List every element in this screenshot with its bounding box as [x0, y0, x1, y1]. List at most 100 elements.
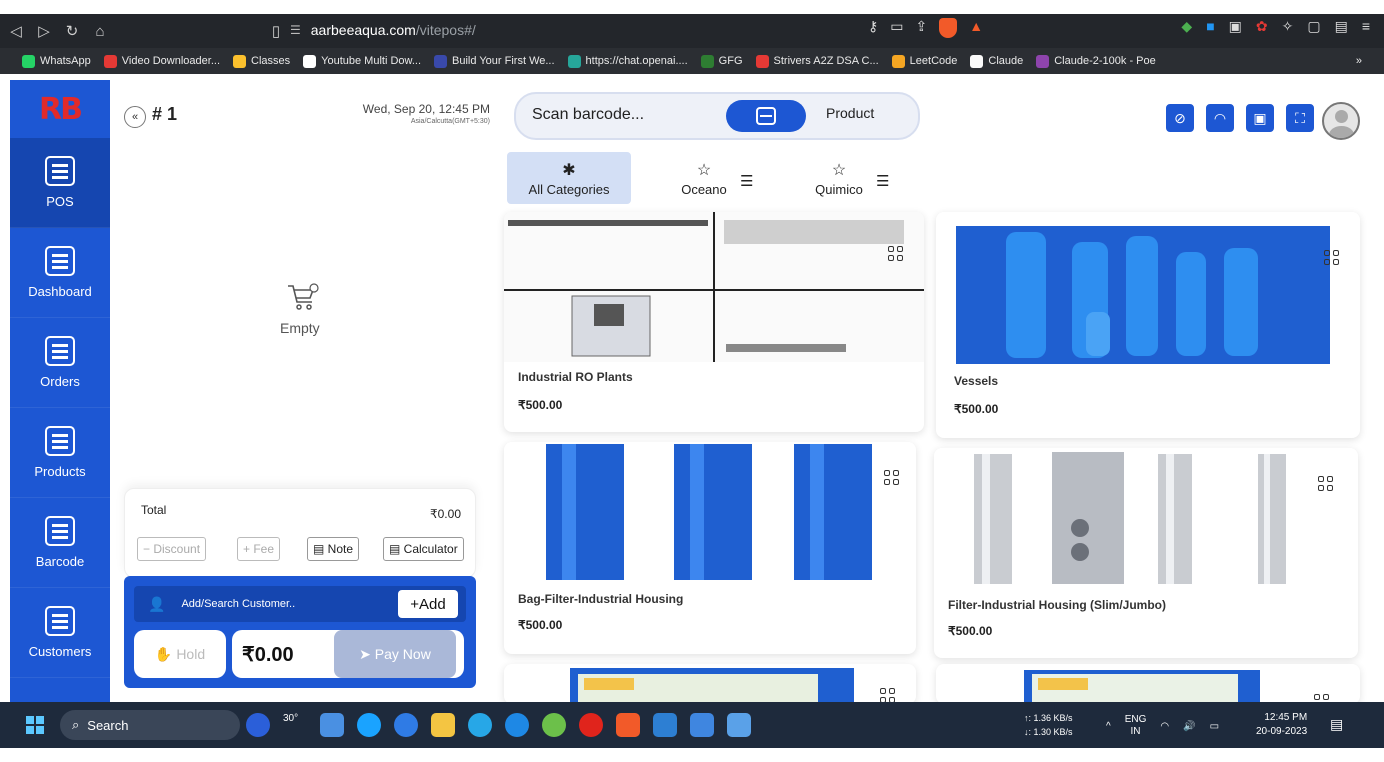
extension-icon[interactable]: ■ — [1206, 18, 1214, 35]
site-settings-icon[interactable]: ☰ — [290, 23, 301, 37]
add-user-icon: 👤 — [148, 595, 166, 612]
calculator-button[interactable]: ▤ Calculator — [383, 537, 464, 561]
bookmark-item[interactable]: LeetCode — [891, 54, 957, 68]
file-explorer-icon[interactable] — [431, 713, 455, 737]
brave-icon[interactable] — [616, 713, 640, 737]
sidebar-item-products[interactable]: Products — [10, 408, 110, 498]
chat-icon[interactable] — [505, 713, 529, 737]
bookmark-item[interactable]: Claude — [970, 54, 1023, 68]
key-icon[interactable]: ⚷ — [868, 18, 878, 38]
sidebar-toggle-icon[interactable]: ▢ — [1307, 18, 1320, 35]
start-icon[interactable] — [26, 716, 44, 734]
vscode-icon[interactable] — [653, 713, 677, 737]
bing-icon[interactable] — [246, 713, 270, 737]
sidebar-item-dashboard[interactable]: Dashboard — [10, 228, 110, 318]
bookmark-item[interactable]: WhatsApp — [22, 54, 91, 68]
register-icon[interactable]: ▣ — [1244, 102, 1276, 134]
volume-icon[interactable]: 🔊 — [1183, 721, 1195, 732]
bookmark-item[interactable]: Classes — [233, 54, 290, 68]
bookmark-item[interactable]: Youtube Multi Dow... — [303, 54, 421, 68]
offline-icon[interactable]: ⊘ — [1164, 102, 1196, 134]
sidebar-item-customers[interactable]: Customers — [10, 588, 110, 678]
extension-icon[interactable]: ▣ — [1229, 18, 1242, 35]
category-oceano[interactable]: ☆ Oceano — [672, 152, 736, 204]
list-icon[interactable]: ☰ — [876, 172, 889, 190]
grid-icon — [1324, 250, 1340, 266]
sidebar-item-label: Dashboard — [28, 284, 92, 299]
extensions-puzzle-icon[interactable]: ✧ — [1282, 18, 1294, 35]
chrome-icon[interactable] — [542, 713, 566, 737]
wifi-icon[interactable]: ◠ — [1204, 102, 1236, 134]
store-icon[interactable] — [394, 713, 418, 737]
extension-icon[interactable]: ✿ — [1256, 18, 1268, 35]
extension-icon[interactable]: ◆ — [1181, 18, 1192, 35]
category-quimico[interactable]: ☆ Quimico — [806, 152, 872, 204]
snipping-tool-icon[interactable] — [727, 713, 751, 737]
bookmark-item[interactable]: https://chat.openai.... — [567, 54, 688, 68]
note-button[interactable]: ▤ Note — [307, 537, 360, 561]
wallet-icon[interactable]: ▤ — [1335, 18, 1348, 35]
bookmark-item[interactable]: Video Downloader... — [103, 54, 220, 68]
list-icon[interactable]: ☰ — [740, 172, 753, 190]
bookmark-item[interactable]: Build Your First We... — [434, 54, 555, 68]
weather-temp: 30° — [283, 713, 299, 724]
bookmark-favicon-icon — [970, 54, 984, 68]
edge-icon[interactable] — [357, 713, 381, 737]
pay-now-button[interactable]: ➤ Pay Now — [334, 630, 456, 678]
share-icon[interactable]: ⇪ — [916, 18, 928, 38]
url-domain: aarbeeaqua.com — [310, 22, 416, 38]
hold-button[interactable]: ✋ Hold — [134, 630, 226, 678]
taskbar-search[interactable]: ⌕ Search — [60, 710, 240, 740]
opera-icon[interactable] — [579, 713, 603, 737]
bookmark-item[interactable]: GFG — [700, 54, 743, 68]
weather-icon[interactable]: 30° — [283, 713, 307, 737]
add-customer-button[interactable]: + Add — [398, 590, 458, 618]
language-indicator[interactable]: ENG IN — [1125, 714, 1147, 738]
address-bar[interactable]: ☰ aarbeeaqua.com/vitepos#/ — [290, 17, 860, 43]
sidebar-item-pos[interactable]: POS — [10, 138, 110, 228]
wifi-icon[interactable]: ◠ — [1160, 721, 1169, 732]
customer-search[interactable]: 👤 Add/Search Customer.. + Add — [134, 586, 466, 622]
back-icon[interactable]: ◁ — [4, 19, 28, 43]
notepad-icon[interactable] — [690, 713, 714, 737]
products-icon — [45, 426, 75, 456]
product-card[interactable]: Industrial RO Plants ₹500.00 — [504, 212, 924, 432]
bookmark-item[interactable]: Strivers A2Z DSA C... — [755, 54, 879, 68]
reload-icon[interactable]: ↻ — [60, 19, 84, 43]
category-label: Oceano — [681, 181, 727, 197]
forward-icon[interactable]: ▷ — [32, 19, 56, 43]
menu-icon[interactable]: ≡ — [1362, 18, 1370, 35]
category-all[interactable]: ✱ All Categories — [507, 152, 631, 204]
battery-icon[interactable]: ▭ — [1210, 721, 1219, 732]
product-search-tab[interactable]: Product — [826, 105, 874, 121]
fullscreen-icon[interactable]: ⛶ — [1284, 102, 1316, 134]
bookmark-icon[interactable]: ▯ — [264, 19, 288, 43]
bookmark-favicon-icon — [303, 54, 317, 68]
avatar[interactable] — [1322, 102, 1360, 140]
more-bookmarks-icon[interactable]: » — [1356, 55, 1362, 67]
cast-icon[interactable]: ▭ — [890, 18, 903, 38]
home-icon[interactable]: ⌂ — [88, 19, 112, 43]
product-card[interactable]: Vessels ₹500.00 — [936, 212, 1360, 438]
brave-shield-icon[interactable] — [939, 18, 958, 38]
sidebar-item-orders[interactable]: Orders — [10, 318, 110, 408]
telegram-icon[interactable] — [468, 713, 492, 737]
calculator-label: Calculator — [403, 542, 458, 556]
product-card[interactable] — [936, 664, 1360, 704]
sidebar-item-barcode[interactable]: Barcode — [10, 498, 110, 588]
mail-icon[interactable] — [320, 713, 344, 737]
product-card[interactable] — [504, 664, 916, 704]
notification-icon[interactable]: ▤ — [1330, 716, 1343, 733]
barcode-search-input[interactable]: Scan barcode... — [532, 106, 644, 124]
brave-rewards-icon[interactable]: ▲ — [969, 18, 983, 38]
product-card[interactable]: Filter-Industrial Housing (Slim/Jumbo) ₹… — [934, 448, 1358, 658]
lang-label: ENG — [1124, 714, 1147, 725]
product-card[interactable]: Bag-Filter-Industrial Housing ₹500.00 — [504, 442, 916, 654]
chevron-up-icon[interactable]: ^ — [1106, 721, 1111, 732]
bookmark-item[interactable]: Claude-2-100k - Poe — [1036, 54, 1156, 68]
clock[interactable]: 12:45 PM 20-09-2023 — [1256, 711, 1307, 739]
scan-barcode-button[interactable] — [726, 100, 806, 132]
collapse-icon[interactable]: « — [124, 106, 146, 128]
fee-button[interactable]: + Fee — [237, 537, 281, 561]
discount-button[interactable]: − Discount — [137, 537, 207, 561]
